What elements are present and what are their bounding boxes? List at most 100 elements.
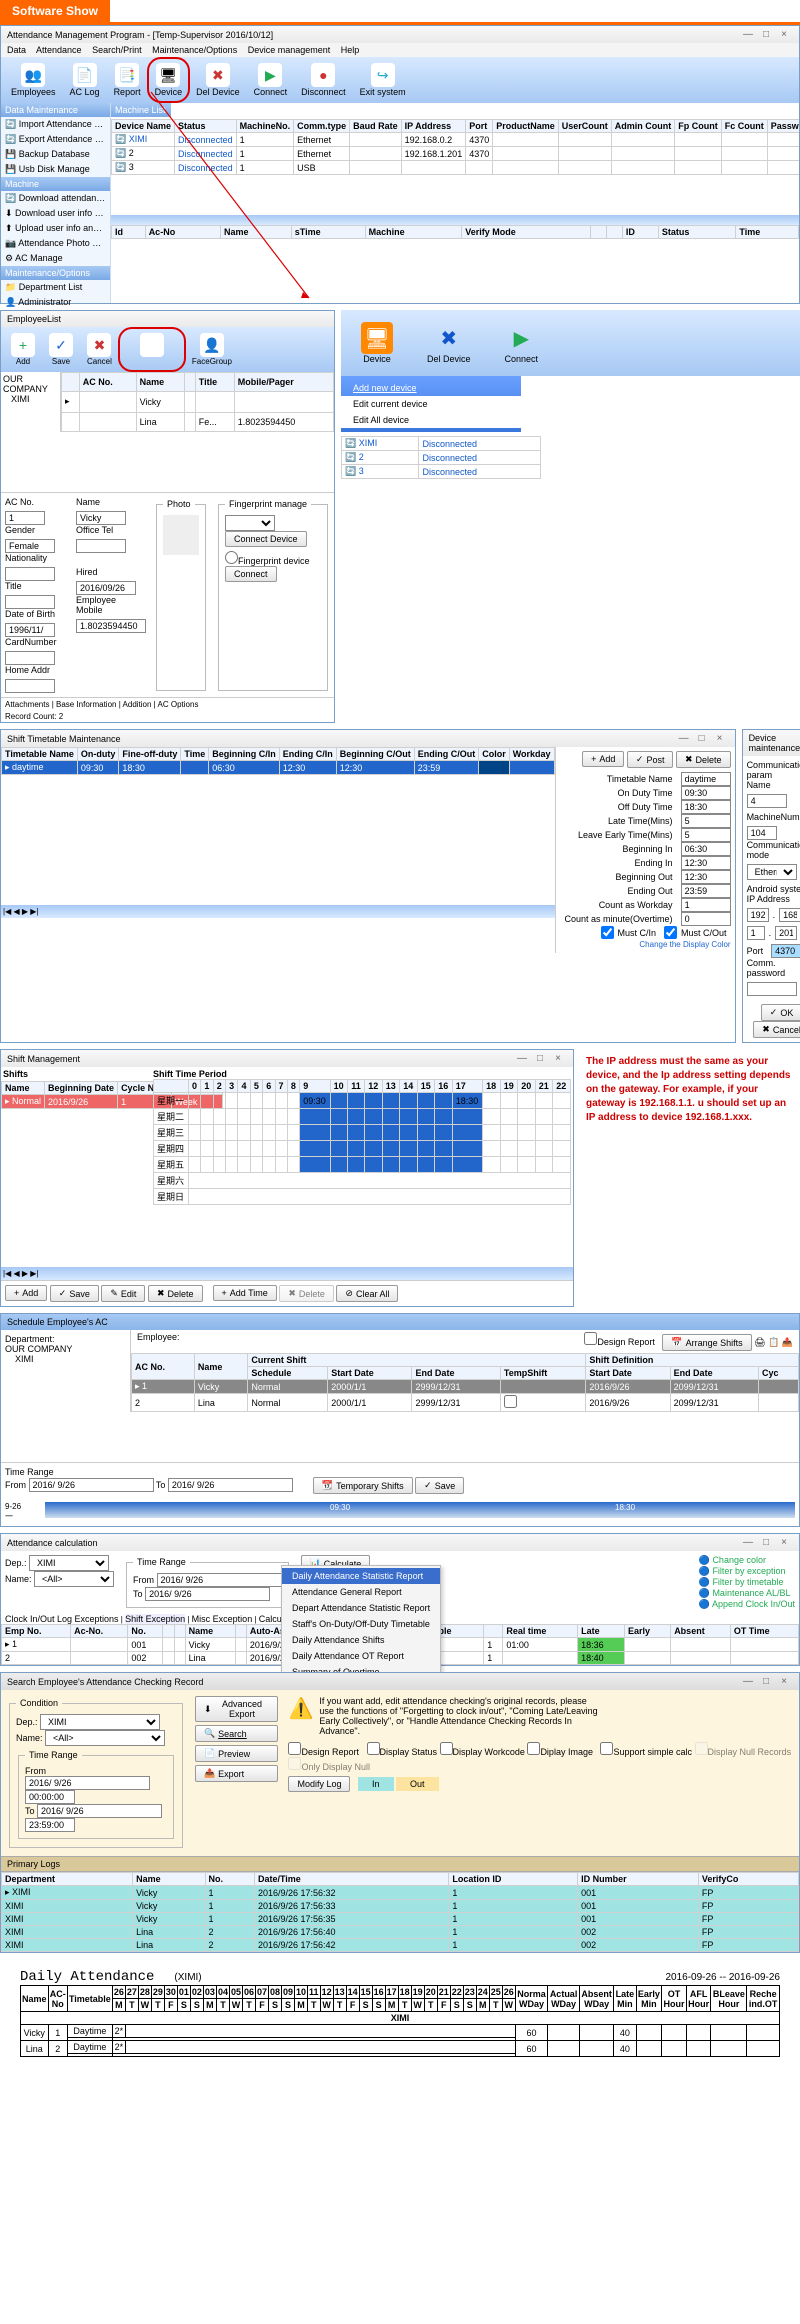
ip2[interactable] — [779, 908, 800, 922]
tool-aclog[interactable]: 📄AC Log — [66, 61, 104, 99]
tt-cw-field[interactable] — [681, 898, 731, 912]
dm-pw[interactable] — [747, 982, 797, 996]
s-dep[interactable]: XIMI — [40, 1714, 160, 1730]
rep-depart[interactable]: Depart Attendance Statistic Report — [282, 1600, 440, 1616]
chk-design[interactable] — [288, 1742, 301, 1755]
link-filter-tt[interactable]: Filter by timetable — [712, 1577, 783, 1587]
close-btn[interactable]: × — [711, 733, 729, 744]
chk-image[interactable] — [527, 1742, 540, 1755]
tt-bout-field[interactable] — [681, 870, 731, 884]
log-row[interactable]: XIMIVicky12016/9/26 17:56:351001FP — [2, 1913, 799, 1926]
link-append[interactable]: Append Clock In/Out — [712, 1599, 795, 1609]
big-connect-btn[interactable]: ▶Connect — [491, 316, 553, 370]
rep-onoff[interactable]: Staff's On-Duty/Off-Duty Timetable — [282, 1616, 440, 1632]
side-import[interactable]: 🔄 Import Attendance Checking Data — [1, 117, 110, 132]
tree-company[interactable]: OUR COMPANY — [5, 1344, 126, 1354]
dm-ok[interactable]: ✓ OK — [761, 1004, 800, 1021]
sched-save-btn[interactable]: ✓ Save — [415, 1477, 464, 1494]
officetel-field[interactable] — [76, 539, 126, 553]
tt-ein-field[interactable] — [681, 856, 731, 870]
tt-name-field[interactable] — [681, 772, 731, 786]
dm-mode[interactable]: Ethernet — [747, 864, 797, 880]
menu-data[interactable]: Data — [7, 45, 26, 55]
calc-to[interactable] — [145, 1587, 270, 1601]
tool-report[interactable]: 📑Report — [110, 61, 145, 99]
nat-field[interactable] — [5, 567, 55, 581]
side-export[interactable]: 🔄 Export Attendance Checking Data — [1, 132, 110, 147]
s-t2[interactable] — [25, 1818, 75, 1832]
mobile-field[interactable] — [76, 619, 146, 633]
sched-row[interactable]: ▸ 1VickyNormal2000/1/12999/12/312016/9/2… — [132, 1380, 799, 1394]
tool-cancel[interactable]: ✖Cancel — [83, 331, 116, 368]
mini-row[interactable]: 🔄 XIMIDisconnected — [342, 437, 541, 451]
ip1[interactable] — [747, 908, 769, 922]
rep-general[interactable]: Attendance General Report — [282, 1584, 440, 1600]
big-deldevice-btn[interactable]: ✖Del Device — [413, 316, 485, 370]
sm-addtime[interactable]: + Add Time — [213, 1285, 277, 1301]
ip4[interactable] — [775, 926, 797, 940]
close-btn[interactable]: × — [775, 29, 793, 40]
export-btn[interactable]: 📤 Export — [195, 1765, 279, 1782]
tool-facegroup[interactable]: 👤FaceGroup — [188, 331, 236, 368]
tt-post-btn[interactable]: ✓ Post — [627, 751, 674, 768]
dob-field[interactable] — [5, 623, 55, 637]
link-filter-exc[interactable]: Filter by exception — [712, 1566, 785, 1576]
chk-status[interactable] — [367, 1742, 380, 1755]
s-to[interactable] — [37, 1804, 162, 1818]
title-field[interactable] — [5, 595, 55, 609]
tab-machine-list[interactable]: Machine List — [111, 103, 171, 117]
side-admin[interactable]: 👤 Administrator — [1, 295, 110, 310]
menu-help[interactable]: Help — [341, 45, 360, 55]
tool-connect[interactable]: ▶Connect — [250, 61, 292, 99]
calc-dep[interactable]: XIMI — [29, 1555, 109, 1571]
dm-cancel[interactable]: ✖ Cancel — [753, 1021, 800, 1038]
must-cout[interactable] — [664, 926, 677, 939]
tool-deldevice[interactable]: ✖Del Device — [192, 61, 244, 99]
ip3[interactable] — [747, 926, 765, 940]
tt-cm-field[interactable] — [681, 912, 731, 926]
dm-mn[interactable] — [747, 826, 777, 840]
hired-field[interactable] — [76, 581, 136, 595]
card-field[interactable] — [5, 651, 55, 665]
company-node[interactable]: OUR COMPANY — [3, 374, 58, 394]
mini-row[interactable]: 🔄 3Disconnected — [342, 465, 541, 479]
side-acmanage[interactable]: ⚙ AC Manage — [1, 251, 110, 266]
calc-from[interactable] — [157, 1573, 282, 1587]
tt-del-btn[interactable]: ✖ Delete — [676, 751, 731, 768]
tool-exit[interactable]: ↪Exit system — [356, 61, 410, 99]
fp-select[interactable] — [225, 515, 275, 531]
max-btn[interactable]: □ — [757, 29, 775, 40]
s-from[interactable] — [25, 1776, 150, 1790]
tool-add[interactable]: +Add — [7, 331, 39, 368]
rep-ot[interactable]: Daily Attendance OT Report — [282, 1648, 440, 1664]
log-row[interactable]: XIMIVicky12016/9/26 17:56:331001FP — [2, 1900, 799, 1913]
tt-row[interactable]: ▸ daytime09:3018:3006:3012:3012:3023:59 — [2, 761, 555, 775]
machine-row[interactable]: 🔄 3Disconnected1USB — [112, 161, 800, 175]
tt-late-field[interactable] — [681, 814, 731, 828]
tt-eout-field[interactable] — [681, 884, 731, 898]
change-color-link[interactable]: Change the Display Color — [639, 940, 730, 949]
dm-name[interactable] — [747, 794, 787, 808]
tool-save[interactable]: ✓Save — [45, 331, 77, 368]
tool-device[interactable]: 🖥Device — [151, 61, 187, 99]
menu-attendance[interactable]: Attendance — [36, 45, 82, 55]
sm-del[interactable]: ✖ Delete — [148, 1285, 203, 1302]
dept-node[interactable]: XIMI — [3, 394, 58, 404]
side-usb[interactable]: 💾 Usb Disk Manage — [1, 162, 110, 177]
menu-maint[interactable]: Maintenance/Options — [152, 45, 237, 55]
big-device-btn[interactable]: 🖥Device — [347, 316, 407, 370]
side-photo[interactable]: 📷 Attendance Photo Management — [1, 236, 110, 251]
side-up-user[interactable]: ⬆ Upload user info and FP — [1, 221, 110, 236]
connect-device-btn[interactable]: Connect Device — [225, 531, 307, 547]
tool-disconnect[interactable]: ●Disconnect — [297, 61, 350, 99]
calc-name[interactable]: <All> — [34, 1571, 114, 1587]
log-row[interactable]: XIMILina22016/9/26 17:56:421002FP — [2, 1939, 799, 1952]
tt-bin-field[interactable] — [681, 842, 731, 856]
log-row[interactable]: ▸ XIMIVicky12016/9/26 17:56:321001FP — [2, 1886, 799, 1900]
preview-btn[interactable]: 📄 Preview — [195, 1745, 279, 1762]
tree-dept[interactable]: XIMI — [5, 1354, 126, 1364]
link-maint[interactable]: Maintenance AL/BL — [712, 1588, 790, 1598]
name-field[interactable] — [76, 511, 126, 525]
sm-save[interactable]: ✓ Save — [50, 1285, 99, 1302]
temp-shifts-btn[interactable]: 📆 Temporary Shifts — [313, 1477, 413, 1494]
